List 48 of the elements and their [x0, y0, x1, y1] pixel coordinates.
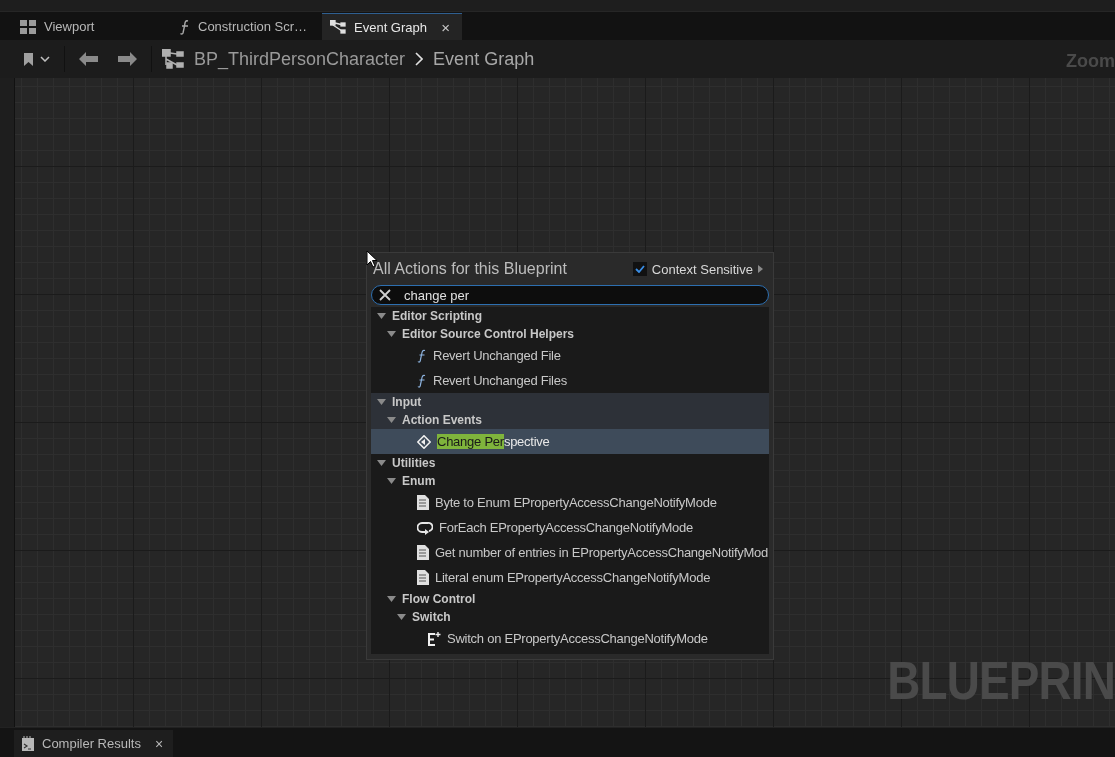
action-item[interactable]: Get number of entries in EPropertyAccessChangeNotifyMod	[371, 540, 769, 565]
action-item[interactable]: Byte to Enum EPropertyAccessChangeNotifyMode	[371, 490, 769, 515]
document-tab[interactable]: Construction Scr…	[172, 13, 322, 40]
blueprint-breadcrumb[interactable]: BP_ThirdPersonCharacter	[194, 48, 406, 70]
close-icon[interactable]: ×	[155, 735, 164, 752]
document-list-icon	[417, 570, 429, 585]
node-graph-icon	[162, 49, 184, 69]
category-row[interactable]: Enum	[371, 472, 769, 490]
document-list-icon	[417, 545, 429, 560]
action-item[interactable]: ForEach EPropertyAccessChangeNotifyMode	[371, 515, 769, 540]
function-icon	[417, 373, 427, 388]
category-row[interactable]: Action Events	[371, 411, 769, 429]
close-icon[interactable]: ×	[441, 18, 450, 36]
document-tab[interactable]: Event Graph ×	[322, 13, 462, 40]
function-icon	[180, 18, 190, 35]
caret-icon	[40, 56, 50, 62]
document-list-icon	[417, 495, 429, 510]
document-tab[interactable]: Viewport	[12, 13, 152, 40]
checkbox[interactable]	[632, 262, 647, 276]
category-row[interactable]: Editor Scripting	[371, 307, 769, 325]
caret-right-icon	[758, 265, 763, 273]
checkmark-icon	[634, 265, 645, 273]
switch-node-icon	[427, 631, 441, 646]
category-row[interactable]: Flow Control	[371, 590, 769, 608]
action-item[interactable]: Literal enum EPropertyAccessChangeNotifyMode	[371, 565, 769, 590]
graph-breadcrumb[interactable]: Event Graph	[433, 48, 535, 70]
action-item[interactable]: Switch on EPropertyAccessChangeNotifyMode	[371, 626, 769, 651]
category-row[interactable]: Utilities	[371, 454, 769, 472]
right-arrow-icon	[117, 52, 137, 66]
category-row[interactable]: Input	[371, 393, 769, 411]
function-icon	[417, 348, 427, 363]
event-diamond-icon	[417, 434, 431, 449]
left-arrow-icon	[79, 52, 99, 66]
context-sensitive-toggle[interactable]: Context Sensitive	[632, 261, 763, 277]
panel-tab[interactable]: Compiler Results ×	[14, 730, 174, 757]
menu-title: All Actions for this Blueprint	[373, 260, 567, 278]
bookmark-icon	[24, 52, 34, 66]
category-row[interactable]: Switch	[371, 608, 769, 626]
category-row[interactable]: Editor Source Control Helpers	[371, 325, 769, 343]
clear-icon	[379, 289, 391, 301]
chevron-right-icon	[415, 52, 424, 66]
node-graph-icon	[330, 20, 346, 34]
grid-icon	[20, 19, 36, 34]
action-item[interactable]: Revert Unchanged File	[371, 343, 769, 368]
search-field[interactable]: change per	[371, 285, 769, 305]
loop-arrow-icon	[417, 520, 433, 535]
terminal-icon	[22, 736, 34, 751]
action-item[interactable]: Revert Unchanged Files	[371, 368, 769, 393]
